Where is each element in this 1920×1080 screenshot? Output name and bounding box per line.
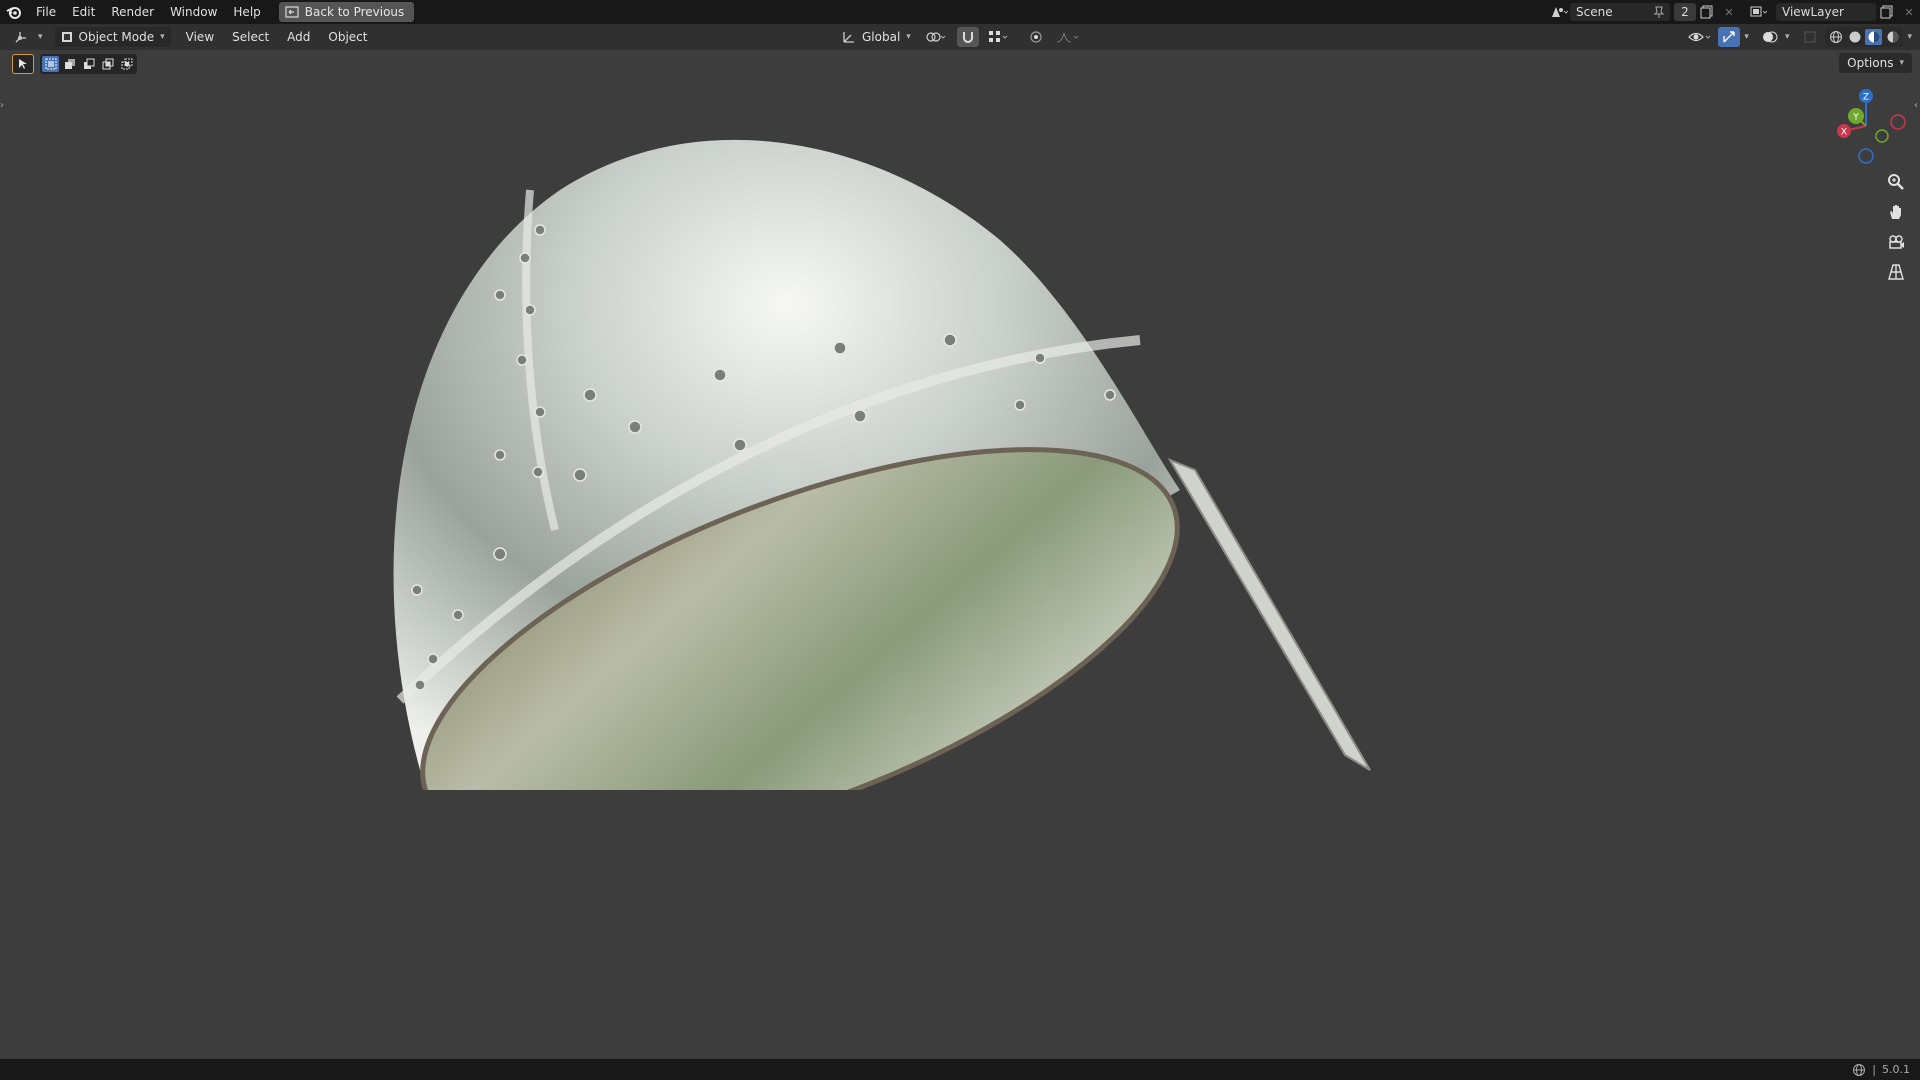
helmet-model[interactable] <box>380 130 1400 790</box>
navigation-gizmo[interactable]: Z Y X <box>1826 86 1906 166</box>
viewport-display-tools: ▾ ▾ ▾ <box>1686 24 1912 50</box>
new-scene-icon[interactable] <box>1696 2 1718 22</box>
pan-hand-icon[interactable] <box>1882 198 1910 226</box>
topbar-right: Scene 2 ✕ ViewLayer ✕ <box>1548 0 1920 24</box>
new-view-layer-icon[interactable] <box>1876 2 1898 22</box>
editor-type-dropdown[interactable]: ▾ <box>8 27 49 47</box>
scene-name: Scene <box>1576 5 1613 19</box>
solid-shading-icon[interactable] <box>1846 29 1863 45</box>
transform-tools: Global ▾ <box>836 24 1083 50</box>
editor-type-icon <box>15 32 26 43</box>
proportional-edit-icon[interactable] <box>1025 27 1047 47</box>
network-icon[interactable] <box>1852 1063 1866 1077</box>
camera-icon[interactable] <box>1882 228 1910 256</box>
menu-view[interactable]: View <box>177 24 223 50</box>
menu-select[interactable]: Select <box>223 24 278 50</box>
y-axis-label: Y <box>1852 113 1859 123</box>
neg-y-axis-icon[interactable] <box>1875 129 1889 143</box>
grid-perspective-icon[interactable] <box>1882 258 1910 286</box>
transform-orientation-dropdown[interactable]: Global ▾ <box>836 27 917 47</box>
object-mode-label: Object Mode <box>78 30 155 44</box>
visibility-icon[interactable] <box>1686 27 1714 47</box>
delete-scene-icon[interactable]: ✕ <box>1718 2 1740 22</box>
x-axis-label: X <box>1841 128 1847 138</box>
delete-view-layer-icon[interactable]: ✕ <box>1898 2 1920 22</box>
scene-browse-icon[interactable] <box>1548 2 1570 22</box>
status-bar: | 5.0.1 <box>0 1059 1920 1080</box>
top-bar: File Edit Render Window Help Back to Pre… <box>0 0 1920 24</box>
pin-icon[interactable] <box>1654 6 1664 18</box>
toolbar-expand-icon[interactable]: › <box>0 100 4 111</box>
menu-file[interactable]: File <box>28 0 64 24</box>
falloff-icon[interactable] <box>1053 27 1083 47</box>
menu-render[interactable]: Render <box>103 0 162 24</box>
scene-name-field[interactable]: Scene <box>1570 3 1670 21</box>
view-layer-field[interactable]: ViewLayer <box>1776 3 1876 21</box>
menu-help[interactable]: Help <box>225 0 268 24</box>
back-to-previous-button[interactable]: Back to Previous <box>278 2 415 22</box>
version-label: 5.0.1 <box>1882 1063 1910 1076</box>
back-icon <box>285 6 299 18</box>
overlay-icon[interactable] <box>1759 27 1781 47</box>
transform-orientation-icon <box>843 32 854 43</box>
xray-icon[interactable] <box>1799 27 1821 47</box>
menu-window[interactable]: Window <box>162 0 225 24</box>
sidebar-expand-icon[interactable]: ‹ <box>1914 100 1918 111</box>
chevron-down-icon[interactable]: ▾ <box>1907 32 1912 42</box>
back-to-previous-label: Back to Previous <box>304 5 405 19</box>
menu-object[interactable]: Object <box>319 24 376 50</box>
material-shading-icon[interactable] <box>1865 29 1883 45</box>
snap-target-icon[interactable] <box>985 27 1013 47</box>
object-mode-dropdown[interactable]: Object Mode ▾ <box>54 27 171 47</box>
chevron-down-icon: ▾ <box>38 32 43 42</box>
chevron-down-icon: ▾ <box>160 32 165 42</box>
blender-logo-icon[interactable] <box>0 0 28 24</box>
view-layer-browse-icon[interactable] <box>1748 2 1770 22</box>
chevron-down-icon: ▾ <box>906 32 911 42</box>
menu-add[interactable]: Add <box>278 24 319 50</box>
menu-edit[interactable]: Edit <box>64 0 103 24</box>
rendered-shading-icon[interactable] <box>1884 29 1901 45</box>
pivot-icon[interactable] <box>923 27 951 47</box>
neg-x-axis-icon[interactable] <box>1890 114 1906 130</box>
zoom-icon[interactable] <box>1882 168 1910 196</box>
neg-z-axis-icon[interactable] <box>1858 148 1874 164</box>
wireframe-shading-icon[interactable] <box>1827 29 1844 45</box>
viewport-header: ▾ Object Mode ▾ View Select Add Object G… <box>0 24 1920 50</box>
scene-users-count[interactable]: 2 <box>1674 3 1696 21</box>
object-mode-icon <box>61 32 72 42</box>
shading-modes <box>1825 27 1904 47</box>
chevron-down-icon[interactable]: ▾ <box>1744 32 1749 42</box>
transform-orientation-label: Global <box>862 30 901 44</box>
snap-icon[interactable] <box>956 27 979 47</box>
status-separator: | <box>1872 1063 1876 1076</box>
z-axis-label: Z <box>1863 93 1869 103</box>
chevron-down-icon[interactable]: ▾ <box>1785 32 1790 42</box>
view-layer-name: ViewLayer <box>1782 5 1844 19</box>
gizmo-icon[interactable] <box>1718 27 1741 47</box>
